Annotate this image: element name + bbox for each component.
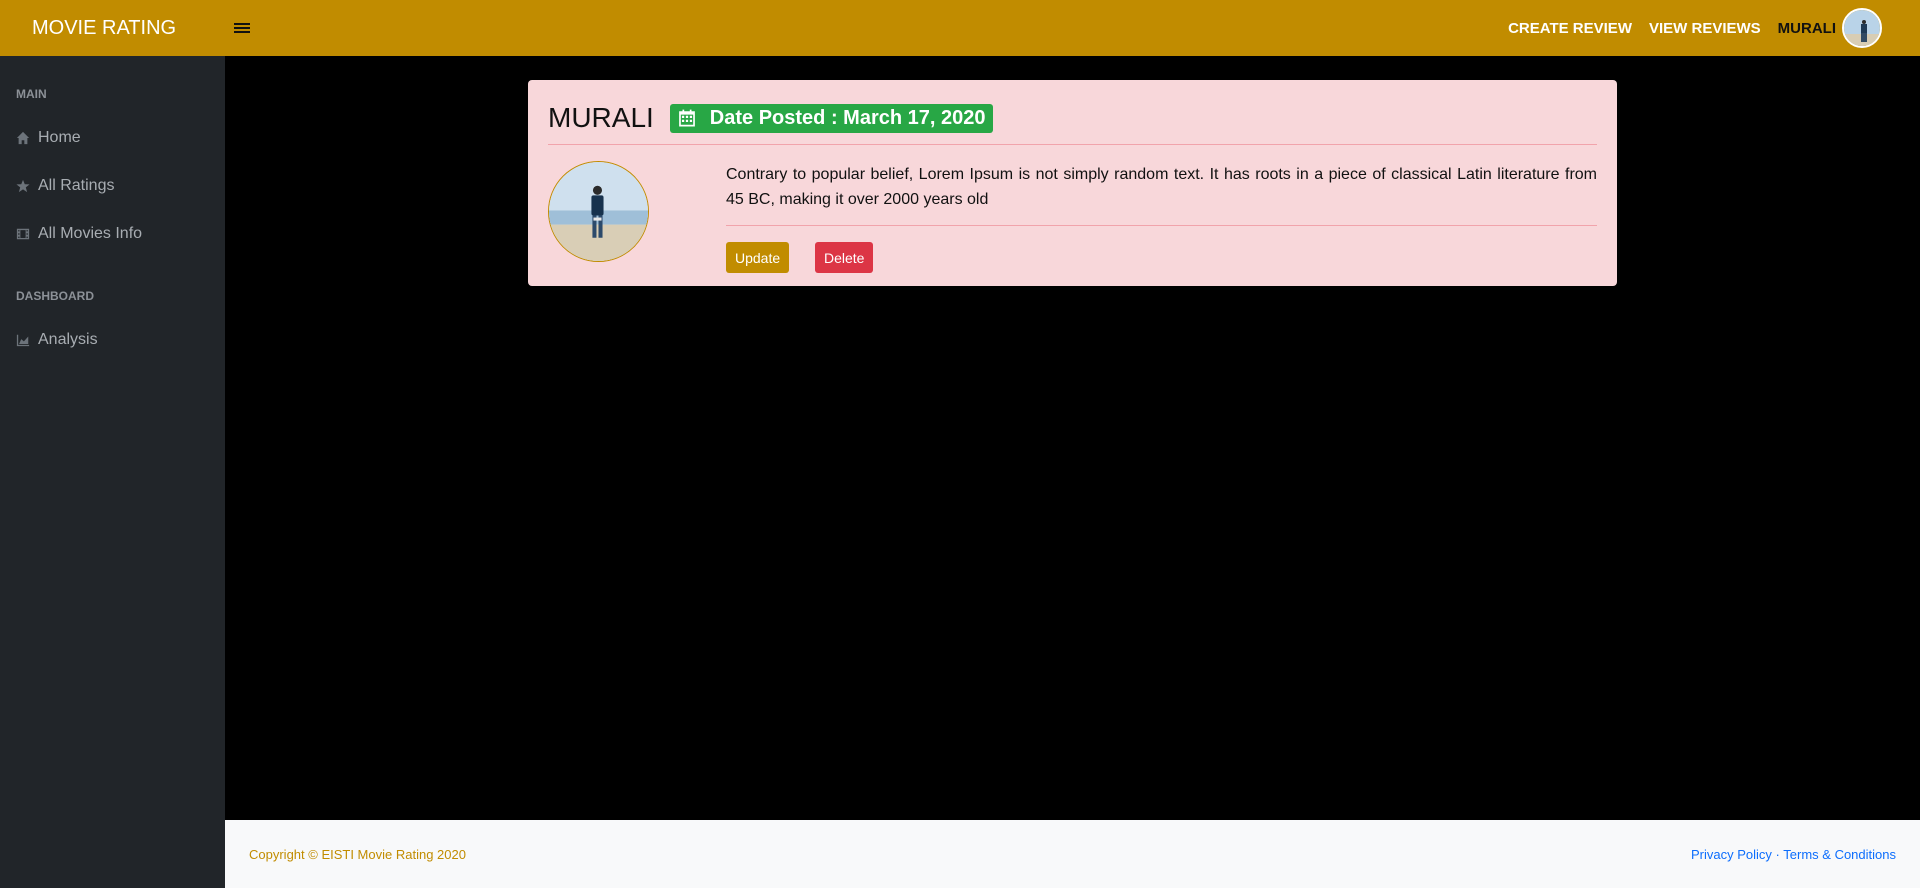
footer-separator: · (1775, 846, 1780, 862)
date-posted-text: Date Posted : March 17, 2020 (709, 106, 986, 129)
delete-button[interactable]: Delete (815, 242, 874, 273)
footer-links: Privacy Policy · Terms & Conditions (1691, 847, 1896, 862)
review-username: MURALI (548, 102, 654, 133)
nav-username[interactable]: MURALI (1778, 20, 1836, 37)
sidebar-item-home[interactable]: Home (0, 114, 225, 162)
review-text: Contrary to popular belief, Lorem Ipsum … (726, 166, 1597, 208)
area-chart-icon (16, 334, 30, 347)
sidebar-item-label: All Ratings (38, 177, 115, 194)
main-content: MURALI Date Posted : March 17, 2020 Cont… (225, 56, 1920, 820)
date-posted-badge: Date Posted : March 17, 2020 (669, 103, 994, 133)
avatar[interactable] (1842, 8, 1882, 48)
privacy-policy-link[interactable]: Privacy Policy (1691, 847, 1772, 862)
sidebar-item-all-movies-info[interactable]: All Movies Info (0, 210, 225, 258)
home-icon (16, 131, 30, 145)
view-reviews-link[interactable]: VIEW REVIEWS (1649, 20, 1761, 37)
sidebar: MAIN Home All Ratings All Movies Info DA… (0, 56, 225, 888)
top-navbar: MOVIE RATING CREATE REVIEW VIEW REVIEWS … (0, 0, 1920, 56)
sidebar-item-all-ratings[interactable]: All Ratings (0, 162, 225, 210)
review-divider (726, 225, 1597, 226)
sidebar-heading-dashboard: DASHBOARD (16, 289, 94, 303)
film-icon (16, 228, 30, 240)
footer: Copyright © EISTI Movie Rating 2020 Priv… (225, 820, 1920, 888)
sidebar-heading-main: MAIN (16, 87, 47, 101)
nav-right: CREATE REVIEW VIEW REVIEWS MURALI (1491, 0, 1882, 56)
reviewer-avatar (548, 161, 649, 262)
sidebar-toggle-icon[interactable] (234, 21, 250, 35)
copyright-text: Copyright © EISTI Movie Rating 2020 (249, 846, 466, 862)
brand-title[interactable]: MOVIE RATING (0, 17, 196, 40)
update-button[interactable]: Update (726, 242, 790, 273)
create-review-link[interactable]: CREATE REVIEW (1508, 20, 1632, 37)
sidebar-item-label: Home (38, 129, 81, 146)
review-card-header: MURALI Date Posted : March 17, 2020 (548, 92, 1597, 145)
sidebar-item-label: Analysis (38, 331, 98, 348)
review-card: MURALI Date Posted : March 17, 2020 Cont… (528, 80, 1617, 286)
sidebar-item-analysis[interactable]: Analysis (0, 316, 225, 364)
sidebar-item-label: All Movies Info (38, 225, 143, 242)
terms-link[interactable]: Terms & Conditions (1783, 847, 1896, 862)
star-icon (16, 179, 30, 193)
calendar-icon (678, 109, 695, 127)
